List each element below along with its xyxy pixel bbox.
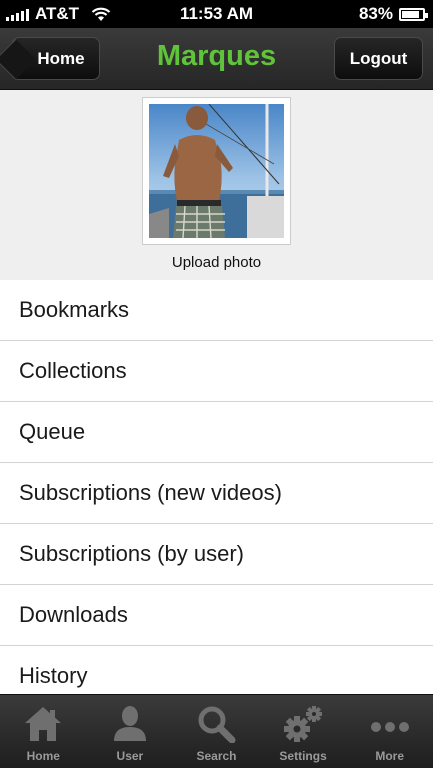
tab-more[interactable]: More: [346, 695, 433, 768]
menu-item-bookmarks[interactable]: Bookmarks: [0, 280, 433, 341]
tab-home[interactable]: Home: [0, 695, 87, 768]
menu-item-downloads[interactable]: Downloads: [0, 585, 433, 646]
tab-user[interactable]: User: [87, 695, 174, 768]
tab-settings-label: Settings: [279, 749, 327, 763]
navigation-bar: Home Marques Logout: [0, 28, 433, 90]
tab-settings[interactable]: Settings: [260, 695, 347, 768]
search-icon: [198, 706, 236, 743]
menu-item-subscriptions-new-videos[interactable]: Subscriptions (new videos): [0, 463, 433, 524]
logout-button[interactable]: Logout: [334, 37, 423, 80]
menu-item-subscriptions-by-user[interactable]: Subscriptions (by user): [0, 524, 433, 585]
tab-search[interactable]: Search: [173, 695, 260, 768]
status-right: 83%: [358, 4, 428, 24]
battery-fill: [402, 10, 419, 18]
more-icon: [370, 722, 409, 732]
menu-item-collections[interactable]: Collections: [0, 341, 433, 402]
profile-photo-image: [149, 103, 284, 239]
home-icon: [25, 707, 62, 741]
menu-item-history[interactable]: History: [0, 646, 433, 694]
profile-photo[interactable]: [142, 97, 291, 245]
gear-icon: [284, 706, 323, 742]
menu-item-queue[interactable]: Queue: [0, 402, 433, 463]
tab-search-label: Search: [196, 749, 237, 763]
status-bar: AT&T 11:53 AM 83%: [0, 0, 433, 28]
battery-percent: 83%: [358, 4, 393, 23]
tab-more-label: More: [375, 749, 404, 763]
profile-header: Upload photo: [0, 90, 433, 280]
tab-bar: Home User Search Settings More: [0, 694, 433, 768]
tab-user-label: User: [116, 749, 144, 763]
tab-home-label: Home: [26, 749, 60, 763]
user-icon: [113, 706, 146, 741]
battery-icon: [399, 7, 428, 21]
upload-photo-link[interactable]: Upload photo: [0, 254, 433, 271]
menu-list: Bookmarks Collections Queue Subscription…: [0, 280, 433, 694]
